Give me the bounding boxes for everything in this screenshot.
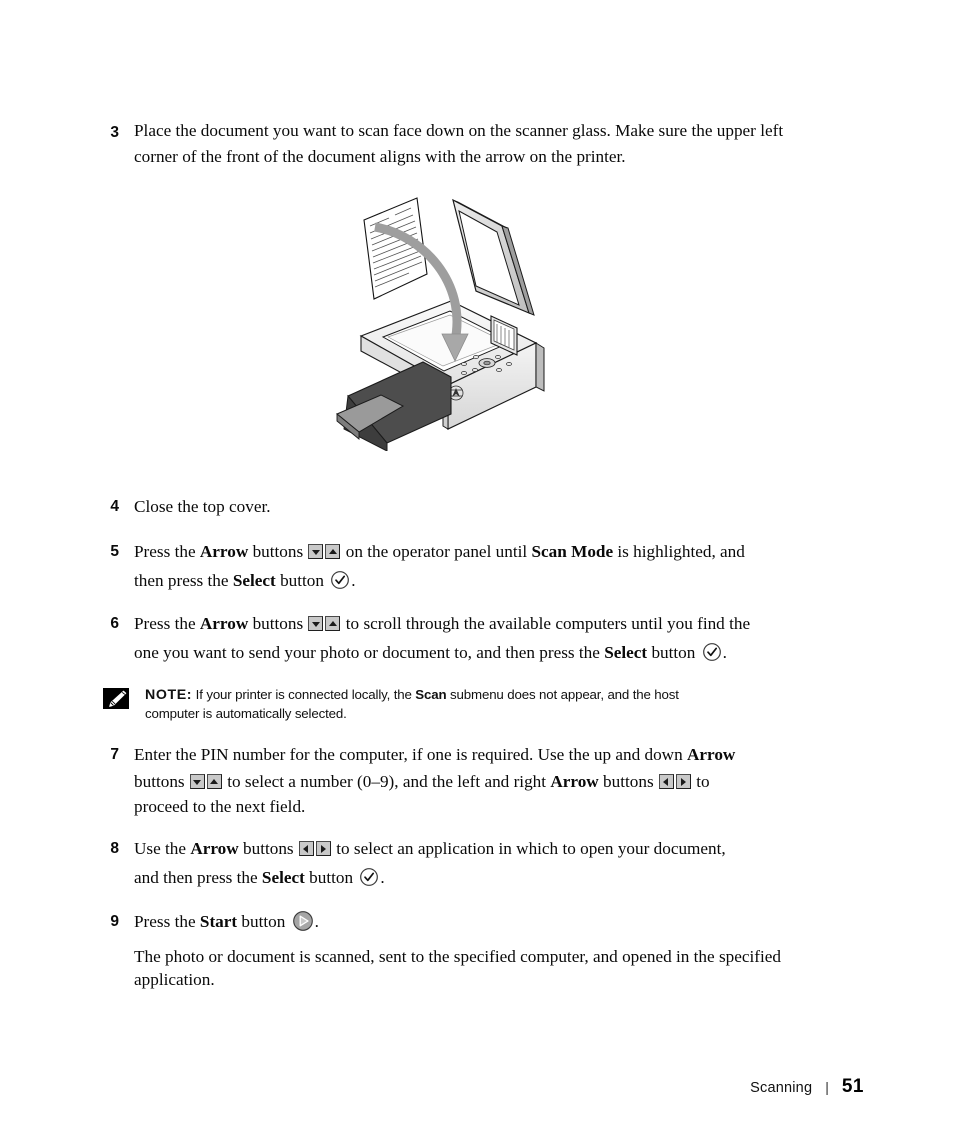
- step-text-fragment: to: [691, 772, 710, 791]
- arrow-keyword: Arrow: [199, 614, 249, 633]
- note-label: NOTE:: [145, 687, 193, 703]
- step-number: 3: [110, 124, 119, 141]
- step-text-fragment: to select a number (0–9), and the left a…: [222, 772, 551, 791]
- arrow-keyword: Arrow: [686, 745, 736, 764]
- step-line: Place the document you want to scan face…: [134, 121, 756, 140]
- step-text-fragment: proceed to the next field.: [134, 797, 306, 816]
- step-text: Use the Arrow buttons to select an appli…: [134, 834, 803, 892]
- step-text: Place the document you want to scan face…: [134, 118, 803, 170]
- step-text-fragment: Enter the PIN number for the computer, i…: [134, 745, 687, 764]
- page-number: 51: [841, 1076, 864, 1097]
- scan-keyword: Scan: [415, 687, 447, 702]
- arrow-left-button-icon: [658, 774, 674, 789]
- note-text-fragment: If your printer is connected locally, th…: [192, 687, 416, 702]
- arrow-up-button-icon: [325, 616, 341, 631]
- step-text-fragment: to scroll through the available computer…: [341, 614, 751, 633]
- step-7: 7 Enter the PIN number for the computer,…: [103, 740, 803, 819]
- step-text: Press the Arrow buttons on the operator …: [134, 537, 803, 595]
- step-text-fragment: button: [237, 912, 290, 931]
- arrow-down-button-icon: [308, 616, 324, 631]
- step-text: Press the Start button .: [134, 907, 803, 936]
- step-text-fragment: one you want to send your photo or docum…: [134, 643, 605, 662]
- step-text-fragment: button: [304, 868, 358, 887]
- step-number: 5: [110, 543, 119, 560]
- arrow-keyword: Arrow: [190, 839, 239, 858]
- step-text: Enter the PIN number for the computer, i…: [134, 740, 803, 819]
- start-keyword: Start: [199, 912, 238, 931]
- arrow-right-button-icon: [315, 841, 331, 856]
- arrow-down-button-icon: [189, 774, 205, 789]
- step-text-fragment: then press the: [134, 571, 233, 590]
- select-keyword: Select: [261, 868, 305, 887]
- note-text: NOTE: If your printer is connected local…: [145, 687, 803, 723]
- note-text-fragment: computer is automatically selected.: [145, 705, 347, 721]
- step-text-fragment: on the operator panel until: [341, 542, 532, 561]
- step-9-result-text: The photo or document is scanned, sent t…: [103, 945, 803, 991]
- step-number: 4: [110, 498, 119, 515]
- step-text-fragment: .: [314, 912, 319, 931]
- select-keyword: Select: [232, 571, 276, 590]
- select-keyword: Select: [604, 643, 648, 662]
- step-text: Press the Arrow buttons to scroll throug…: [134, 609, 803, 667]
- step-text-fragment: buttons: [248, 542, 308, 561]
- manual-page: 3 Place the document you want to scan fa…: [0, 0, 954, 1145]
- step-text-fragment: buttons: [134, 772, 189, 791]
- step-4: 4 Close the top cover.: [103, 492, 803, 521]
- step-3: 3 Place the document you want to scan fa…: [103, 118, 803, 170]
- step-text-fragment: .: [351, 571, 356, 590]
- result-line: The photo or document is scanned, sent t…: [134, 947, 715, 966]
- note-pencil-icon: [103, 688, 129, 709]
- step-text-fragment: to select an application in which to ope…: [331, 839, 726, 858]
- step-text-fragment: Press the: [134, 912, 200, 931]
- arrow-left-button-icon: [298, 841, 314, 856]
- step-number: 9: [110, 913, 119, 930]
- step-number: 6: [110, 615, 119, 632]
- select-button-icon: [359, 867, 379, 886]
- step-5: 5 Press the Arrow buttons on the operato…: [103, 537, 803, 595]
- step-text-fragment: and then press the: [134, 868, 262, 887]
- step-8: 8 Use the Arrow buttons to select an app…: [103, 834, 803, 892]
- step-text-fragment: Press the: [134, 614, 200, 633]
- step-9: 9 Press the Start button .: [103, 907, 803, 936]
- arrow-right-button-icon: [675, 774, 691, 789]
- arrow-keyword: Arrow: [550, 772, 599, 791]
- step-text: Close the top cover.: [134, 497, 271, 516]
- step-text-fragment: button: [275, 571, 329, 590]
- step-text-fragment: button: [647, 643, 700, 662]
- note-callout: NOTE: If your printer is connected local…: [103, 686, 803, 723]
- step-text-fragment: buttons: [598, 772, 658, 791]
- arrow-up-button-icon: [325, 544, 341, 559]
- page-footer: Scanning | 51: [750, 1076, 864, 1098]
- arrow-keyword: Arrow: [199, 542, 249, 561]
- step-number: 7: [110, 746, 119, 763]
- note-text-fragment: submenu does not appear, and the host: [446, 687, 679, 702]
- step-6: 6 Press the Arrow buttons to scroll thro…: [103, 609, 803, 667]
- step-text-fragment: buttons: [238, 839, 298, 858]
- step-text-fragment: buttons: [248, 614, 308, 633]
- footer-section-name: Scanning: [750, 1080, 813, 1096]
- select-button-icon: [702, 642, 721, 661]
- step-text-fragment: .: [380, 868, 385, 887]
- step-number: 8: [110, 840, 119, 857]
- step-text-fragment: Use the: [134, 839, 191, 858]
- step-text-fragment: .: [722, 643, 727, 662]
- procedure-step-list: 3 Place the document you want to scan fa…: [103, 118, 803, 991]
- step-text-fragment: is highlighted, and: [613, 542, 745, 561]
- step-text-fragment: Press the: [134, 542, 200, 561]
- scan-mode-keyword: Scan Mode: [531, 542, 614, 561]
- select-button-icon: [330, 570, 350, 589]
- arrow-up-button-icon: [206, 774, 222, 789]
- arrow-down-button-icon: [308, 544, 324, 559]
- footer-separator: |: [825, 1079, 829, 1095]
- start-button-icon: [292, 910, 313, 931]
